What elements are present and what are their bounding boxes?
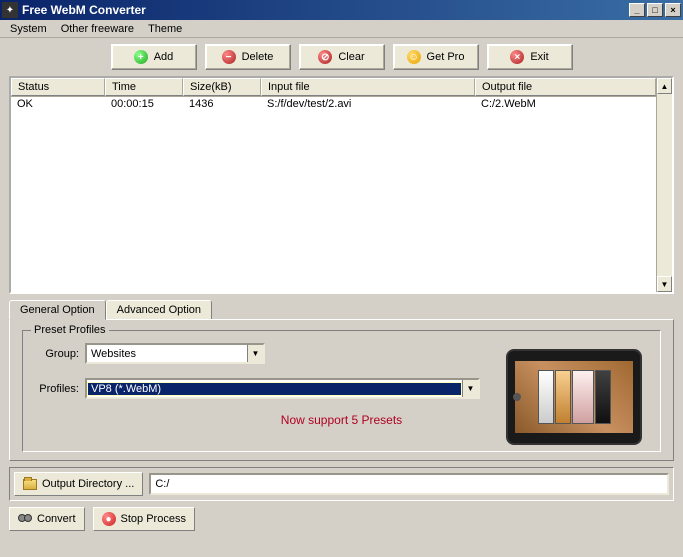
col-output[interactable]: Output file [475,78,656,96]
getpro-button[interactable]: ☺ Get Pro [393,44,479,70]
preset-profiles-fieldset: Preset Profiles Group: Websites ▼ Profil… [22,330,661,452]
folder-icon [23,479,37,490]
grid-body[interactable]: OK 00:00:15 1436 S:/f/dev/test/2.avi C:/… [11,97,656,111]
stop-icon: ● [102,512,116,526]
cell-input: S:/f/dev/test/2.avi [261,97,475,111]
cell-time: 00:00:15 [105,97,183,111]
chevron-down-icon: ▼ [247,345,263,362]
tab-general[interactable]: General Option [9,300,106,320]
app-icon: ✦ [2,2,18,18]
file-grid: Status Time Size(kB) Input file Output f… [9,76,674,294]
exit-icon: × [510,50,524,64]
exit-label: Exit [530,51,548,63]
cell-status: OK [11,97,105,111]
col-input[interactable]: Input file [261,78,475,96]
col-size[interactable]: Size(kB) [183,78,261,96]
group-combo[interactable]: Websites ▼ [85,343,265,364]
exit-button[interactable]: × Exit [487,44,573,70]
scroll-up-button[interactable]: ▲ [657,78,672,94]
cell-output: C:/2.WebM [475,97,656,111]
smiley-icon: ☺ [407,50,421,64]
add-label: Add [154,51,174,63]
output-directory-button[interactable]: Output Directory ... [14,472,143,496]
clear-label: Clear [338,51,364,63]
profiles-combo[interactable]: VP8 (*.WebM) ▼ [85,378,480,399]
menu-system[interactable]: System [4,22,53,36]
menu-bar: System Other freeware Theme [0,20,683,38]
minus-icon: − [222,50,236,64]
stop-process-button[interactable]: ● Stop Process [93,507,195,531]
stop-label: Stop Process [121,513,186,525]
col-time[interactable]: Time [105,78,183,96]
menu-theme[interactable]: Theme [142,22,188,36]
delete-button[interactable]: − Delete [205,44,291,70]
plus-icon: + [134,50,148,64]
close-button[interactable]: × [665,3,681,17]
scroll-down-button[interactable]: ▼ [657,276,672,292]
delete-label: Delete [242,51,274,63]
getpro-label: Get Pro [427,51,465,63]
bottom-panel: Output Directory ... C:/ Convert ● Stop … [9,467,674,531]
toolbar: + Add − Delete ⊘ Clear ☺ Get Pro × Exit [0,38,683,76]
options-tabs: General Option Advanced Option Preset Pr… [9,300,674,461]
grid-header: Status Time Size(kB) Input file Output f… [11,78,656,97]
grid-row[interactable]: OK 00:00:15 1436 S:/f/dev/test/2.avi C:/… [11,97,656,111]
profiles-label: Profiles: [33,383,79,395]
output-directory-input[interactable]: C:/ [149,473,669,495]
chevron-down-icon: ▼ [462,380,478,397]
window-title: Free WebM Converter [22,3,627,17]
menu-other-freeware[interactable]: Other freeware [55,22,140,36]
group-label: Group: [33,348,79,360]
device-preview-image [506,349,642,445]
maximize-button[interactable]: □ [647,3,663,17]
output-directory-value: C:/ [155,478,169,490]
minimize-button[interactable]: _ [629,3,645,17]
preset-legend: Preset Profiles [31,324,109,336]
group-value: Websites [87,348,247,360]
clear-icon: ⊘ [318,50,332,64]
cell-size: 1436 [183,97,261,111]
tab-panel-general: Preset Profiles Group: Websites ▼ Profil… [9,319,674,461]
convert-button[interactable]: Convert [9,507,85,531]
tab-advanced[interactable]: Advanced Option [106,300,212,319]
title-bar: ✦ Free WebM Converter _ □ × [0,0,683,20]
add-button[interactable]: + Add [111,44,197,70]
convert-icon [18,512,32,526]
profiles-value: VP8 (*.WebM) [88,383,461,395]
output-directory-row: Output Directory ... C:/ [9,467,674,501]
clear-button[interactable]: ⊘ Clear [299,44,385,70]
convert-label: Convert [37,513,76,525]
output-directory-label: Output Directory ... [42,478,134,490]
col-status[interactable]: Status [11,78,105,96]
vertical-scrollbar[interactable]: ▲ ▼ [656,78,672,292]
